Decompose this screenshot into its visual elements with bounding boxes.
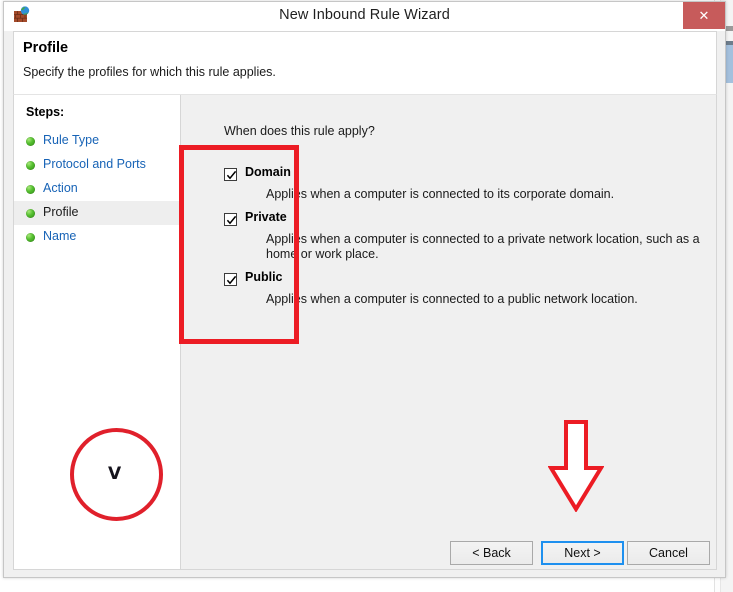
- step-bullet-icon: [26, 161, 35, 170]
- step-bullet-icon: [26, 185, 35, 194]
- new-inbound-rule-wizard-dialog: New Inbound Rule Wizard ✕ Profile Specif…: [3, 1, 726, 578]
- checkbox-private[interactable]: [224, 213, 237, 226]
- sidebar-item-label: Name: [43, 229, 77, 243]
- question-label: When does this rule apply?: [224, 124, 375, 138]
- sidebar-item-action[interactable]: Action: [14, 177, 180, 201]
- checkbox-domain[interactable]: [224, 168, 237, 181]
- wizard-header: Profile Specify the profiles for which t…: [13, 31, 717, 94]
- sidebar-item-profile[interactable]: Profile: [14, 201, 180, 225]
- sidebar-item-protocol-and-ports[interactable]: Protocol and Ports: [14, 153, 180, 177]
- page-subtitle: Specify the profiles for which this rule…: [23, 65, 276, 79]
- sidebar-item-label: Rule Type: [43, 133, 100, 147]
- sidebar-item-name[interactable]: Name: [14, 225, 180, 249]
- steps-sidebar: Steps: Rule Type Protocol and Ports Acti…: [14, 95, 181, 569]
- cancel-button[interactable]: Cancel: [627, 541, 710, 565]
- profile-name-label: Public: [245, 270, 283, 284]
- wizard-content: When does this rule apply? Domain Applie…: [181, 95, 716, 569]
- profile-description: Applies when a computer is connected to …: [266, 232, 700, 261]
- sidebar-item-label: Protocol and Ports: [43, 157, 146, 171]
- window-title: New Inbound Rule Wizard: [279, 7, 450, 23]
- title-bar[interactable]: New Inbound Rule Wizard ✕: [4, 2, 725, 31]
- steps-heading: Steps:: [26, 105, 65, 119]
- profile-description: Applies when a computer is connected to …: [266, 292, 638, 306]
- profile-name-label: Domain: [245, 165, 291, 179]
- page-title: Profile: [23, 40, 69, 56]
- step-bullet-icon: [26, 233, 35, 242]
- back-button[interactable]: < Back: [450, 541, 533, 565]
- checkbox-public[interactable]: [224, 273, 237, 286]
- sidebar-item-label: Profile: [43, 205, 79, 219]
- wizard-footer: < Back Next > Cancel: [13, 531, 717, 571]
- profile-description: Applies when a computer is connected to …: [266, 187, 615, 201]
- sidebar-item-label: Action: [43, 181, 78, 195]
- profile-name-label: Private: [245, 210, 287, 224]
- step-bullet-icon: [26, 137, 35, 146]
- wizard-body: Steps: Rule Type Protocol and Ports Acti…: [13, 94, 717, 570]
- step-bullet-icon: [26, 209, 35, 218]
- next-button[interactable]: Next >: [541, 541, 624, 565]
- sidebar-item-rule-type[interactable]: Rule Type: [14, 129, 180, 153]
- close-icon[interactable]: ✕: [683, 2, 725, 29]
